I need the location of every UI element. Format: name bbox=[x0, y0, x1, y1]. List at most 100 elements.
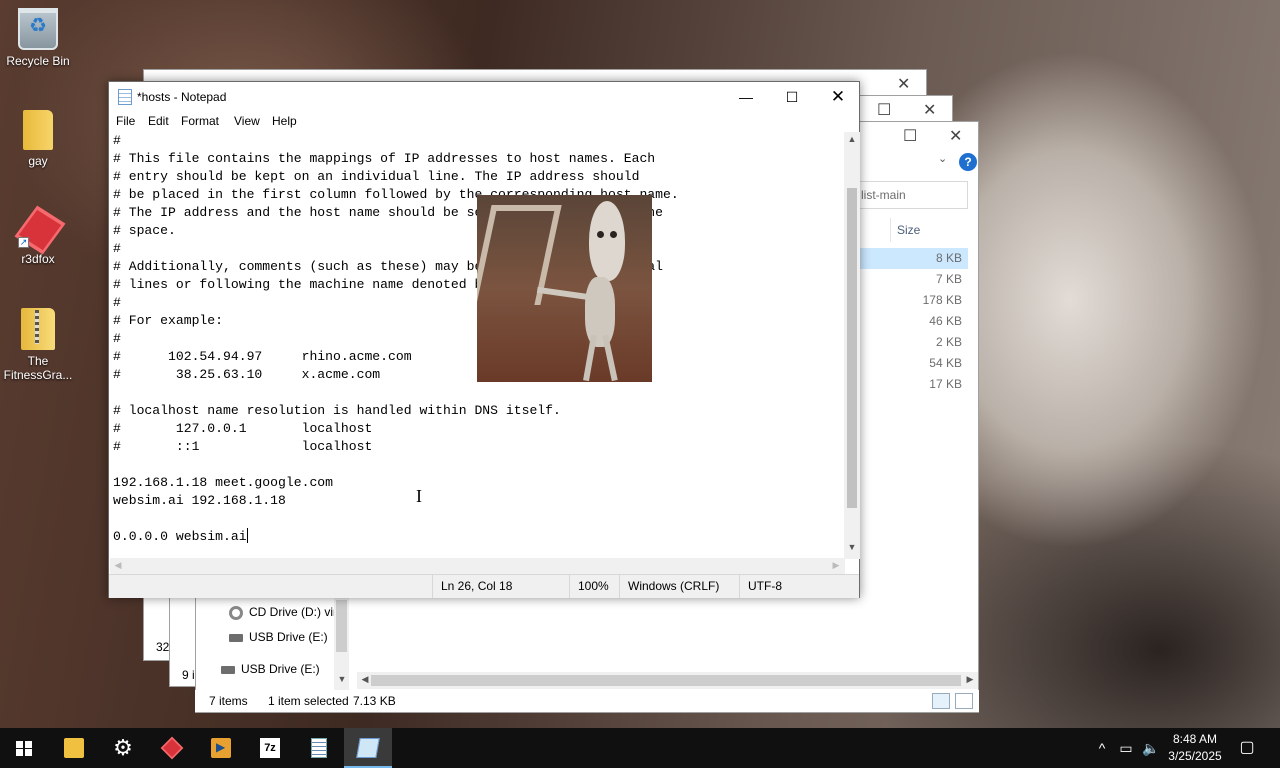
scroll-down-arrow-icon[interactable]: ▼ bbox=[844, 542, 860, 552]
mouse-cursor-ibeam: I bbox=[416, 486, 422, 506]
file-list-horizontal-scrollbar[interactable]: ◀ ▶ bbox=[357, 672, 978, 689]
desktop-icon-label: The FitnessGra... bbox=[3, 354, 73, 382]
meme-image-overlay[interactable] bbox=[477, 195, 652, 382]
nav-pane-scrollbar[interactable]: ▼ bbox=[334, 598, 349, 690]
menu-bar: File Edit Format View Help bbox=[109, 112, 859, 132]
help-icon[interactable]: ? bbox=[959, 153, 977, 171]
nav-item-cd-drive[interactable]: CD Drive (D:) virt bbox=[229, 605, 340, 620]
details-view-icon[interactable] bbox=[932, 693, 950, 709]
search-input[interactable]: list-main bbox=[858, 181, 968, 209]
scroll-left-arrow-icon[interactable]: ◀ bbox=[110, 560, 126, 571]
cd-drive-icon bbox=[229, 605, 243, 620]
creature-head bbox=[589, 201, 625, 281]
creature-leg bbox=[583, 334, 597, 382]
windows-logo-icon bbox=[16, 741, 32, 756]
menu-file[interactable]: File bbox=[116, 114, 135, 128]
close-icon[interactable]: ✕ bbox=[897, 74, 910, 94]
close-button[interactable]: ✕ bbox=[815, 82, 861, 112]
status-item-count: 7 items bbox=[209, 694, 248, 708]
desktop-icon-recycle-bin[interactable]: Recycle Bin bbox=[0, 8, 76, 68]
column-header-size[interactable]: Size bbox=[890, 218, 970, 242]
nav-item-label: USB Drive (E:) bbox=[241, 662, 320, 676]
nav-item-usb-drive[interactable]: USB Drive (E:) bbox=[229, 630, 328, 644]
minimize-button[interactable]: — bbox=[723, 82, 769, 112]
shortcut-arrow-icon: ↗ bbox=[18, 237, 29, 248]
text-caret bbox=[246, 528, 248, 543]
large-icons-view-icon[interactable] bbox=[955, 693, 973, 709]
title-bar[interactable]: *hosts - Notepad — ☐ ✕ bbox=[109, 82, 859, 112]
media-player-icon bbox=[211, 738, 231, 758]
notification-icon[interactable]: ▢ bbox=[1239, 740, 1255, 756]
window-title: *hosts - Notepad bbox=[137, 90, 227, 104]
network-icon[interactable]: ▭ bbox=[1118, 740, 1134, 756]
scrollbar-thumb[interactable] bbox=[336, 600, 347, 652]
scrollbar-thumb[interactable] bbox=[847, 188, 857, 508]
desktop-icon-fitnessgram[interactable]: The FitnessGra... bbox=[0, 308, 76, 382]
menu-edit[interactable]: Edit bbox=[148, 114, 169, 128]
nav-item-label: CD Drive (D:) virt bbox=[249, 605, 341, 619]
taskbar-file-explorer[interactable] bbox=[50, 728, 98, 768]
desktop-icon-label: r3dfox bbox=[21, 252, 55, 266]
scroll-down-arrow-icon[interactable]: ▼ bbox=[334, 674, 350, 684]
start-button[interactable] bbox=[0, 728, 48, 768]
file-size-cell[interactable]: 8 KB bbox=[860, 248, 968, 269]
notepad-app-icon bbox=[118, 89, 132, 105]
desktop-icon-folder-gay[interactable]: gay bbox=[0, 110, 76, 168]
scrollbar-thumb[interactable] bbox=[371, 675, 961, 686]
file-explorer-icon bbox=[64, 738, 84, 758]
file-size-cell[interactable]: 7 KB bbox=[860, 269, 968, 290]
eye bbox=[597, 231, 604, 238]
menu-help[interactable]: Help bbox=[272, 114, 297, 128]
status-selection-size: 7.13 KB bbox=[353, 694, 396, 708]
desktop-icon-label: Recycle Bin bbox=[6, 54, 70, 68]
status-bar: Ln 26, Col 18 100% Windows (CRLF) UTF-8 bbox=[109, 574, 859, 598]
creature-leg bbox=[602, 334, 618, 382]
vertical-scrollbar[interactable]: ▲ ▼ bbox=[844, 132, 860, 559]
peek-text: 9 i bbox=[182, 668, 195, 682]
status-encoding: UTF-8 bbox=[739, 575, 860, 598]
7zip-icon: 7z bbox=[260, 738, 280, 758]
usb-drive-icon bbox=[221, 665, 235, 674]
file-size-cell[interactable]: 17 KB bbox=[860, 374, 968, 395]
horizontal-scrollbar[interactable]: ◀ ▶ bbox=[110, 558, 845, 574]
file-size-cell[interactable]: 54 KB bbox=[860, 353, 968, 374]
menu-view[interactable]: View bbox=[234, 114, 260, 128]
taskbar-document[interactable] bbox=[295, 728, 343, 768]
nav-item-label: USB Drive (E:) bbox=[249, 630, 328, 644]
nav-item-usb-drive-root[interactable]: USB Drive (E:) bbox=[221, 662, 320, 676]
navigation-pane: CD Drive (D:) virt USB Drive (E:) USB Dr… bbox=[195, 598, 350, 690]
r3dfox-icon: ↗ bbox=[16, 208, 60, 248]
document-icon bbox=[311, 738, 327, 758]
file-size-cell[interactable]: 46 KB bbox=[860, 311, 968, 332]
maximize-icon[interactable]: ☐ bbox=[903, 126, 917, 146]
notepad-icon bbox=[356, 738, 380, 758]
usb-drive-icon bbox=[229, 633, 243, 642]
chevron-up-icon[interactable]: ^ bbox=[1094, 740, 1110, 756]
taskbar-7zip[interactable]: 7z bbox=[246, 728, 294, 768]
taskbar-notepad[interactable] bbox=[344, 728, 392, 768]
file-size-list: 8 KB 7 KB 178 KB 46 KB 2 KB 54 KB 17 KB bbox=[860, 248, 968, 395]
maximize-button[interactable]: ☐ bbox=[769, 82, 815, 112]
system-clock[interactable]: 8:48 AM 3/25/2025 bbox=[1160, 731, 1230, 765]
desktop-icon-label: gay bbox=[28, 154, 48, 168]
menu-format[interactable]: Format bbox=[181, 114, 219, 128]
chevron-down-icon[interactable]: ⌄ bbox=[938, 152, 947, 165]
scroll-right-arrow-icon[interactable]: ▶ bbox=[962, 674, 978, 685]
scroll-up-arrow-icon[interactable]: ▲ bbox=[844, 134, 860, 144]
volume-muted-icon[interactable]: 🔈 bbox=[1142, 740, 1159, 756]
scroll-right-arrow-icon[interactable]: ▶ bbox=[828, 560, 844, 571]
recycle-bin-icon bbox=[18, 8, 58, 50]
desktop-icon-r3dfox[interactable]: ↗ r3dfox bbox=[0, 208, 76, 266]
taskbar-media-player[interactable] bbox=[197, 728, 245, 768]
close-icon[interactable]: ✕ bbox=[923, 100, 936, 120]
zip-folder-icon bbox=[21, 308, 55, 350]
clock-date: 3/25/2025 bbox=[1168, 749, 1222, 763]
file-size-cell[interactable]: 178 KB bbox=[860, 290, 968, 311]
clock-time: 8:48 AM bbox=[1172, 732, 1218, 746]
taskbar-r3dfox[interactable] bbox=[148, 728, 196, 768]
r3dfox-icon bbox=[160, 736, 184, 760]
maximize-icon[interactable]: ☐ bbox=[877, 100, 891, 120]
close-icon[interactable]: ✕ bbox=[949, 126, 962, 146]
file-size-cell[interactable]: 2 KB bbox=[860, 332, 968, 353]
taskbar-settings[interactable]: ⚙ bbox=[99, 728, 147, 768]
